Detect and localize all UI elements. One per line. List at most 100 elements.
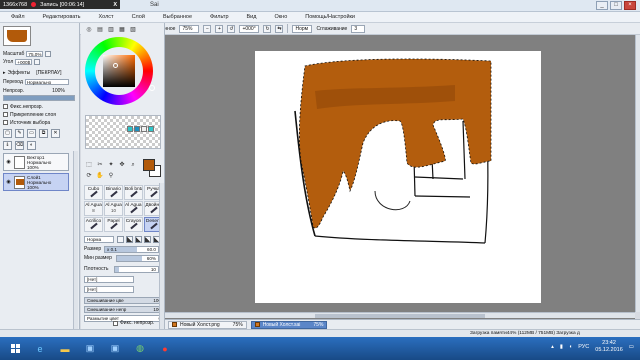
copy-layer-button[interactable]: ⧉ xyxy=(39,129,48,138)
minimize-button[interactable]: _ xyxy=(596,1,608,10)
zoom-tool-icon[interactable]: ⌕ xyxy=(129,161,137,169)
color-swatch[interactable] xyxy=(134,126,140,132)
visibility-eye-icon[interactable]: ◉ xyxy=(5,159,12,166)
menu-file[interactable]: Файл xyxy=(2,14,34,20)
close-button[interactable]: × xyxy=(624,1,636,10)
menu-filter[interactable]: Фильтр xyxy=(201,14,237,20)
hand-tool-icon[interactable]: ✋ xyxy=(96,172,104,180)
new-layer-button[interactable]: ▢ xyxy=(3,129,12,138)
dilution-slider[interactable]: Смешивание непр 100 xyxy=(84,305,164,313)
keep-opacity-checkbox[interactable] xyxy=(113,320,118,326)
edge-shape-button[interactable] xyxy=(144,236,151,243)
layer-item-selected[interactable]: ◉ Слой1 Нормально 100% xyxy=(3,173,69,191)
move-tool-icon[interactable]: ✥ xyxy=(118,161,126,169)
color-wheel[interactable] xyxy=(85,37,155,105)
selection-source-row[interactable]: Источник выбора xyxy=(3,119,50,126)
menu-edit[interactable]: Редактировать xyxy=(34,14,90,20)
rotate-right-button[interactable]: ↻ xyxy=(263,24,272,33)
rotate-tool-icon[interactable]: ⟳ xyxy=(85,172,93,180)
opacity-slider[interactable] xyxy=(3,95,75,101)
color-selector[interactable] xyxy=(143,159,161,177)
brush-texture-select[interactable]: [Нет] xyxy=(84,285,134,293)
size-slider[interactable]: x 0.1 60.0 xyxy=(104,245,159,253)
volume-icon[interactable]: ◖ xyxy=(569,344,572,350)
drawing-canvas[interactable] xyxy=(255,51,541,303)
video-icon[interactable]: ▣ xyxy=(79,340,101,358)
clipping-checkbox[interactable] xyxy=(3,112,8,117)
clipping-row[interactable]: Прикрепление слоя xyxy=(3,111,56,118)
min-size-slider[interactable]: 60% xyxy=(116,254,159,262)
lock-opacity-checkbox[interactable] xyxy=(3,104,8,109)
color-wheel-icon[interactable]: ◎ xyxy=(85,26,93,34)
recorder-widget[interactable]: 1366x768 Запись [00:06:14] X xyxy=(0,0,120,9)
blend-mode-select[interactable]: Норм xyxy=(292,24,313,33)
edge-shape-button[interactable] xyxy=(126,236,133,243)
effects-row[interactable]: ▸ Эффекты [ПЕКРЛАУ] xyxy=(3,69,62,76)
layer-item[interactable]: ◉ Вектор1 Нормально 100% xyxy=(3,153,69,171)
hue-picker-ring[interactable] xyxy=(149,85,155,91)
zoom-out-button[interactable]: − xyxy=(203,24,212,33)
visibility-eye-icon[interactable]: ◉ xyxy=(5,179,12,186)
tool-papel[interactable]: Papel xyxy=(104,217,123,232)
zoom-in-button[interactable]: + xyxy=(215,24,224,33)
ie-icon[interactable]: e xyxy=(29,340,51,358)
density-slider[interactable]: 10 xyxy=(114,265,159,273)
maximize-button[interactable]: □ xyxy=(610,1,622,10)
rotation-field[interactable]: +000° xyxy=(239,24,260,33)
rotate-left-button[interactable]: ↺ xyxy=(227,24,236,33)
menu-window[interactable]: Окно xyxy=(265,14,296,20)
brush-mode-select[interactable]: Норма xyxy=(84,235,114,243)
tool-binario[interactable]: Binario xyxy=(104,185,123,200)
foreground-color[interactable] xyxy=(143,159,155,171)
start-button[interactable] xyxy=(4,340,26,358)
color-swatch[interactable] xyxy=(127,126,133,132)
tool-boli[interactable]: Boli bnta xyxy=(124,185,143,200)
record-icon[interactable]: ● xyxy=(154,340,176,358)
tool-cubo[interactable]: Cubo xyxy=(84,185,103,200)
menu-layer[interactable]: Слой xyxy=(123,14,154,20)
saturation-value-square[interactable] xyxy=(103,55,135,87)
clock[interactable]: 23:42 05.12.2016 xyxy=(595,340,623,354)
blend-mode-select[interactable]: Нормально xyxy=(24,78,69,85)
notifications-icon[interactable]: ▭ xyxy=(629,344,634,350)
color-swatch[interactable] xyxy=(148,126,154,132)
network-icon[interactable]: ▮ xyxy=(560,344,563,350)
stabilizer-select[interactable]: 3 xyxy=(351,24,366,33)
color-picker-ring[interactable] xyxy=(113,63,118,68)
edge-shape-button[interactable] xyxy=(117,236,124,243)
eyedropper-icon[interactable]: ⚲ xyxy=(107,172,115,180)
chrome-icon[interactable]: ◍ xyxy=(129,340,151,358)
hsv-slider-icon[interactable]: ▥ xyxy=(107,26,115,34)
canvas-horizontal-scrollbar[interactable] xyxy=(165,312,635,318)
keep-opacity-row[interactable]: Фикс. непрозр. xyxy=(113,320,154,326)
brush-shape-select[interactable]: [Нет] xyxy=(84,275,134,283)
new-folder-button[interactable]: ▭ xyxy=(27,129,36,138)
menu-help[interactable]: Помощь/Настройки xyxy=(296,14,364,20)
delete-layer-button[interactable]: ✕ xyxy=(51,129,60,138)
new-vector-layer-button[interactable]: ✎ xyxy=(15,129,24,138)
scrollbar-thumb[interactable] xyxy=(315,314,485,318)
language-indicator[interactable]: РУС xyxy=(578,344,589,350)
edge-shape-button[interactable] xyxy=(135,236,142,243)
effects-toggle-icon[interactable]: ▸ xyxy=(3,70,6,76)
tray-arrow-icon[interactable]: ▴ xyxy=(551,344,554,350)
magic-wand-icon[interactable]: ✦ xyxy=(107,161,115,169)
zoom-field[interactable]: 75% xyxy=(179,24,200,33)
navigator-thumbnail[interactable] xyxy=(3,26,31,46)
rgb-slider-icon[interactable]: ▤ xyxy=(96,26,104,34)
angle-reset-button[interactable] xyxy=(34,58,41,65)
flip-button[interactable]: ⇆ xyxy=(275,24,284,33)
tool-al-agua-8[interactable]: Al Agua 8 xyxy=(84,201,103,216)
recorder-close-button[interactable]: X xyxy=(113,2,117,8)
zoom-reset-button[interactable] xyxy=(45,50,52,57)
scratchpad-icon[interactable]: ▧ xyxy=(129,26,137,34)
tool-al-agua-10[interactable]: Al Agua 10 xyxy=(104,201,123,216)
tool-crayon[interactable]: Crayon xyxy=(124,217,143,232)
menu-canvas[interactable]: Холст xyxy=(90,14,123,20)
layer-scrollbar[interactable] xyxy=(73,151,78,331)
blend-slider[interactable]: Смешивание цве 100 xyxy=(84,296,164,304)
tool-acrilico[interactable]: Acrilico xyxy=(84,217,103,232)
selection-source-checkbox[interactable] xyxy=(3,120,8,125)
selection-tool-icon[interactable]: ⬚ xyxy=(85,161,93,169)
color-scratchpad[interactable] xyxy=(85,115,161,149)
